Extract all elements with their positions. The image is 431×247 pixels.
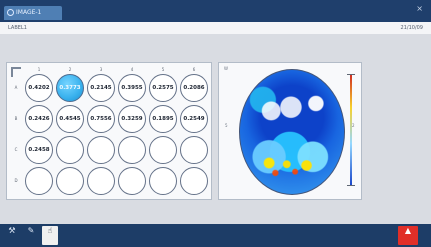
window-icon xyxy=(7,9,14,16)
plate-row-label: D xyxy=(14,178,18,183)
plate-well[interactable] xyxy=(118,136,146,164)
plate-well[interactable]: 0.7556 xyxy=(87,105,115,133)
window-tab[interactable]: IMAGE-1 xyxy=(4,6,62,20)
plate-well[interactable]: 0.3955 xyxy=(118,74,146,102)
plate-panel: 1 2 3 4 5 6 A B C D 0.4202 0.3773 0.2145 0.3955 0.2575… xyxy=(6,62,212,200)
plate-well[interactable]: 0.3773 xyxy=(56,74,84,102)
plate-well[interactable]: 0.4545 xyxy=(56,105,84,133)
plate-well[interactable]: 0.2575 xyxy=(149,74,177,102)
plate-well[interactable] xyxy=(56,167,84,195)
plate-row-label: A xyxy=(14,85,18,90)
plate-column-label: 6 xyxy=(192,67,196,72)
plate-well[interactable] xyxy=(118,167,146,195)
close-icon[interactable]: × xyxy=(416,4,423,14)
pen-icon: ✎ xyxy=(27,226,35,235)
plate-well[interactable] xyxy=(180,167,208,195)
plate-well[interactable] xyxy=(180,136,208,164)
heatmap-left-label: 5 xyxy=(225,123,228,128)
title-bar: IMAGE-1 × xyxy=(0,0,431,22)
plate-well[interactable] xyxy=(25,167,53,195)
plate-well[interactable]: 0.2145 xyxy=(87,74,115,102)
plate-column-label: 2 xyxy=(68,67,72,72)
plate-well[interactable]: 0.2426 xyxy=(25,105,53,133)
heatmap-panel: W 5 2 S xyxy=(218,62,362,200)
plate-well[interactable]: 0.2458 xyxy=(25,136,53,164)
plate-well[interactable] xyxy=(149,167,177,195)
app-window: IMAGE-1 × LABEL1 21/10/09 1 2 3 4 5 6 A B C D 0.42… xyxy=(0,0,431,247)
hand-icon: ☝ xyxy=(47,226,53,235)
plate-well[interactable]: 0.2549 xyxy=(180,105,208,133)
heatmap-top-label: W xyxy=(224,66,228,71)
bottom-toolbar: ⚒ ✎ ☝ ▲ xyxy=(0,224,431,247)
plate-well[interactable] xyxy=(56,136,84,164)
info-left-text: LABEL1 xyxy=(8,25,27,31)
plate-row-label: C xyxy=(14,147,18,152)
alert-button[interactable]: ▲ xyxy=(398,226,418,245)
plate-well[interactable] xyxy=(149,136,177,164)
tool-button-1[interactable]: ⚒ xyxy=(4,226,20,245)
plate-well[interactable]: 0.4202 xyxy=(25,74,53,102)
plate-column-label: 4 xyxy=(130,67,134,72)
colorbar-top-tick xyxy=(347,74,355,75)
plate-column-label: 1 xyxy=(37,67,41,72)
colorbar xyxy=(350,74,352,186)
tool-button-3[interactable]: ☝ xyxy=(42,226,58,245)
plate-row-label: B xyxy=(14,116,18,121)
info-right-text: 21/10/09 xyxy=(400,25,423,31)
plate-well[interactable] xyxy=(87,136,115,164)
alert-icon: ▲ xyxy=(404,226,412,235)
plate-well[interactable]: 0.2086 xyxy=(180,74,208,102)
tab-label: IMAGE-1 xyxy=(16,9,42,16)
heatmap-right-label: 2 xyxy=(352,123,355,128)
plate-well[interactable]: 0.1895 xyxy=(149,105,177,133)
heatmap-image xyxy=(239,69,345,195)
plate-column-label: 3 xyxy=(99,67,103,72)
plate-corner-marker xyxy=(11,67,21,77)
plate-well[interactable]: 0.3259 xyxy=(118,105,146,133)
plate-column-label: 5 xyxy=(161,67,165,72)
colorbar-bottom-tick xyxy=(347,185,355,186)
tool-button-2[interactable]: ✎ xyxy=(23,226,39,245)
plate-well[interactable] xyxy=(87,167,115,195)
wrench-icon: ⚒ xyxy=(8,226,16,235)
